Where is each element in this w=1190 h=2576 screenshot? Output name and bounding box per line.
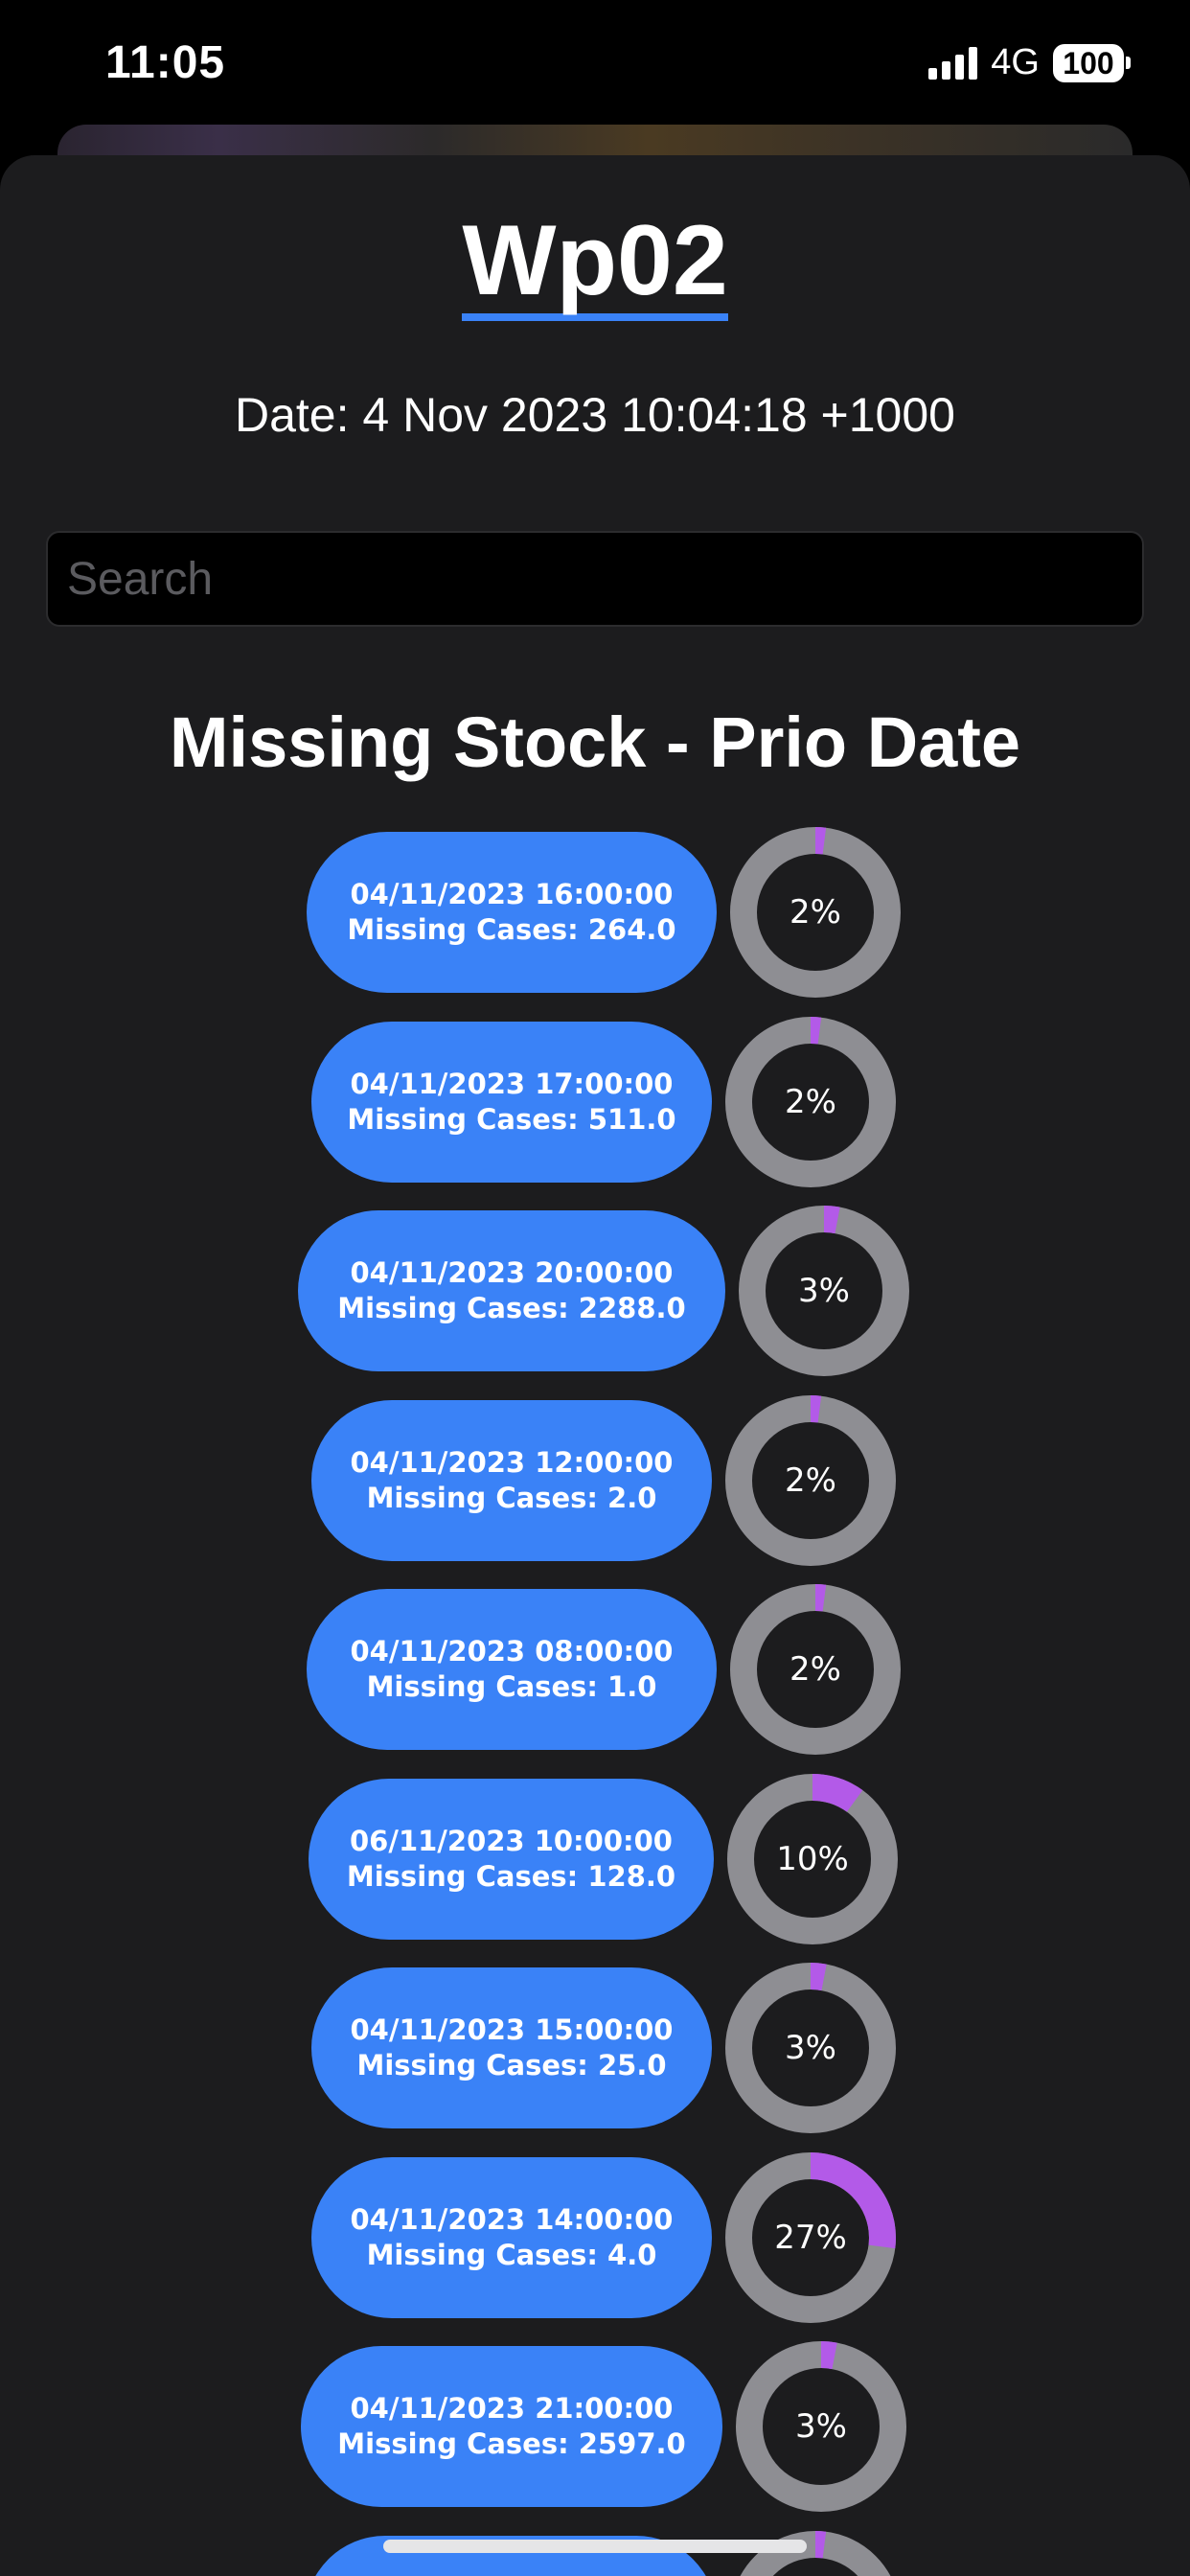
prio-date-label: 04/11/2023 21:00:00 bbox=[350, 2392, 674, 2425]
section-heading: Missing Stock - Prio Date bbox=[169, 702, 1021, 782]
progress-ring: 27% bbox=[723, 2150, 898, 2325]
prio-date-label: 04/11/2023 15:00:00 bbox=[350, 2013, 674, 2046]
progress-ring: 3% bbox=[737, 1204, 911, 1378]
prio-date-label: 04/11/2023 12:00:00 bbox=[350, 1445, 674, 1479]
main-sheet: Wp02 Date: 4 Nov 2023 10:04:18 +1000 Mis… bbox=[0, 155, 1190, 2576]
list-item: 04/11/2023 14:00:00 Missing Cases: 4.0 27% bbox=[311, 2151, 898, 2323]
home-indicator[interactable] bbox=[383, 2540, 807, 2553]
prio-date-label: 06/11/2023 10:00:00 bbox=[350, 1824, 673, 1857]
cellular-signal-icon bbox=[928, 46, 978, 80]
missing-cases-label: Missing Cases: 1.0 bbox=[366, 1670, 657, 1703]
missing-cases-label: Missing Cases: 2288.0 bbox=[337, 1292, 686, 1324]
status-bar: 11:05 4G 100 bbox=[0, 0, 1190, 125]
list-item: 04/11/2023 21:00:00 Missing Cases: 2597.0… bbox=[301, 2341, 908, 2512]
network-type: 4G bbox=[991, 42, 1040, 82]
prio-date-label: 04/11/2023 16:00:00 bbox=[350, 878, 674, 910]
percent-label: 27% bbox=[774, 2218, 847, 2257]
prio-date-label: 04/11/2023 08:00:00 bbox=[350, 1635, 674, 1668]
progress-ring: 3% bbox=[723, 1961, 898, 2135]
missing-cases-label: Missing Cases: 25.0 bbox=[356, 2049, 667, 2082]
list-item: 04/11/2023 08:00:00 Missing Cases: 1.0 2% bbox=[307, 1584, 903, 1755]
percent-label: 3% bbox=[798, 1272, 850, 1310]
list-item: 04/11/2023 12:00:00 Missing Cases: 2.0 2% bbox=[311, 1394, 898, 1566]
prio-date-button[interactable]: 04/11/2023 21:00:00 Missing Cases: 2597.0 bbox=[301, 2346, 722, 2507]
prio-date-button[interactable]: 04/11/2023 14:00:00 Missing Cases: 4.0 bbox=[311, 2156, 712, 2318]
prio-date-label: 04/11/2023 17:00:00 bbox=[350, 1067, 674, 1100]
prio-date-button[interactable]: 06/11/2023 10:00:00 Missing Cases: 128.0 bbox=[309, 1778, 714, 1940]
status-time: 11:05 bbox=[105, 37, 226, 88]
list-item: 04/11/2023 15:00:00 Missing Cases: 25.0 3% bbox=[311, 1963, 898, 2133]
percent-label: 10% bbox=[776, 1839, 849, 1878]
prio-date-button[interactable]: 04/11/2023 17:00:00 Missing Cases: 511.0 bbox=[311, 1021, 712, 1183]
missing-cases-label: Missing Cases: 511.0 bbox=[347, 1102, 676, 1136]
status-icons: 4G 100 bbox=[928, 42, 1131, 83]
prio-date-label: 04/11/2023 20:00:00 bbox=[350, 1256, 674, 1289]
list-item: 04/11/2023 20:00:00 Missing Cases: 2288.0… bbox=[298, 1206, 911, 1376]
prio-date-button[interactable]: 04/11/2023 16:00:00 Missing Cases: 264.0 bbox=[307, 832, 717, 993]
missing-cases-label: Missing Cases: 4.0 bbox=[366, 2238, 657, 2271]
search-input[interactable] bbox=[46, 531, 1144, 627]
list-item: 06/11/2023 10:00:00 Missing Cases: 128.0 1… bbox=[309, 1773, 900, 1944]
battery-icon: 100 bbox=[1053, 43, 1131, 82]
date-line: Date: 4 Nov 2023 10:04:18 +1000 bbox=[235, 388, 955, 442]
percent-label: 2% bbox=[790, 893, 841, 932]
battery-cap bbox=[1126, 57, 1131, 69]
progress-ring: 2% bbox=[723, 1015, 898, 1189]
prio-date-button[interactable]: 04/11/2023 12:00:00 Missing Cases: 2.0 bbox=[311, 1399, 712, 1561]
list-item: 04/11/2023 16:00:00 Missing Cases: 264.0 2… bbox=[307, 827, 903, 998]
percent-label: 2% bbox=[785, 1082, 836, 1121]
page-title-container: Wp02 bbox=[0, 203, 1190, 321]
battery-level: 100 bbox=[1053, 43, 1124, 82]
missing-cases-label: Missing Cases: 128.0 bbox=[346, 1859, 676, 1893]
progress-ring: 2% bbox=[728, 825, 903, 1000]
list-item: 04/11/2023 17:00:00 Missing Cases: 511.0 2… bbox=[311, 1016, 898, 1187]
percent-label: 3% bbox=[795, 2407, 847, 2446]
prio-date-button[interactable]: 04/11/2023 08:00:00 Missing Cases: 1.0 bbox=[307, 1589, 717, 1750]
progress-ring: 3% bbox=[734, 2339, 908, 2514]
progress-ring: 2% bbox=[728, 1582, 903, 1757]
progress-ring: 10% bbox=[725, 1772, 900, 1946]
progress-ring: 2% bbox=[723, 1393, 898, 1568]
prio-date-button[interactable]: 04/11/2023 15:00:00 Missing Cases: 25.0 bbox=[311, 1967, 712, 2128]
prio-date-label: 04/11/2023 14:00:00 bbox=[350, 2202, 674, 2236]
percent-label: 2% bbox=[785, 1460, 836, 1500]
missing-cases-label: Missing Cases: 2597.0 bbox=[337, 2427, 686, 2460]
percent-label: 3% bbox=[785, 2029, 836, 2067]
prio-date-button[interactable]: 04/11/2023 20:00:00 Missing Cases: 2288.0 bbox=[298, 1210, 725, 1371]
percent-label: 2% bbox=[790, 1650, 841, 1689]
page-title[interactable]: Wp02 bbox=[462, 208, 728, 321]
missing-cases-label: Missing Cases: 2.0 bbox=[366, 1481, 657, 1514]
missing-cases-label: Missing Cases: 264.0 bbox=[347, 913, 676, 946]
